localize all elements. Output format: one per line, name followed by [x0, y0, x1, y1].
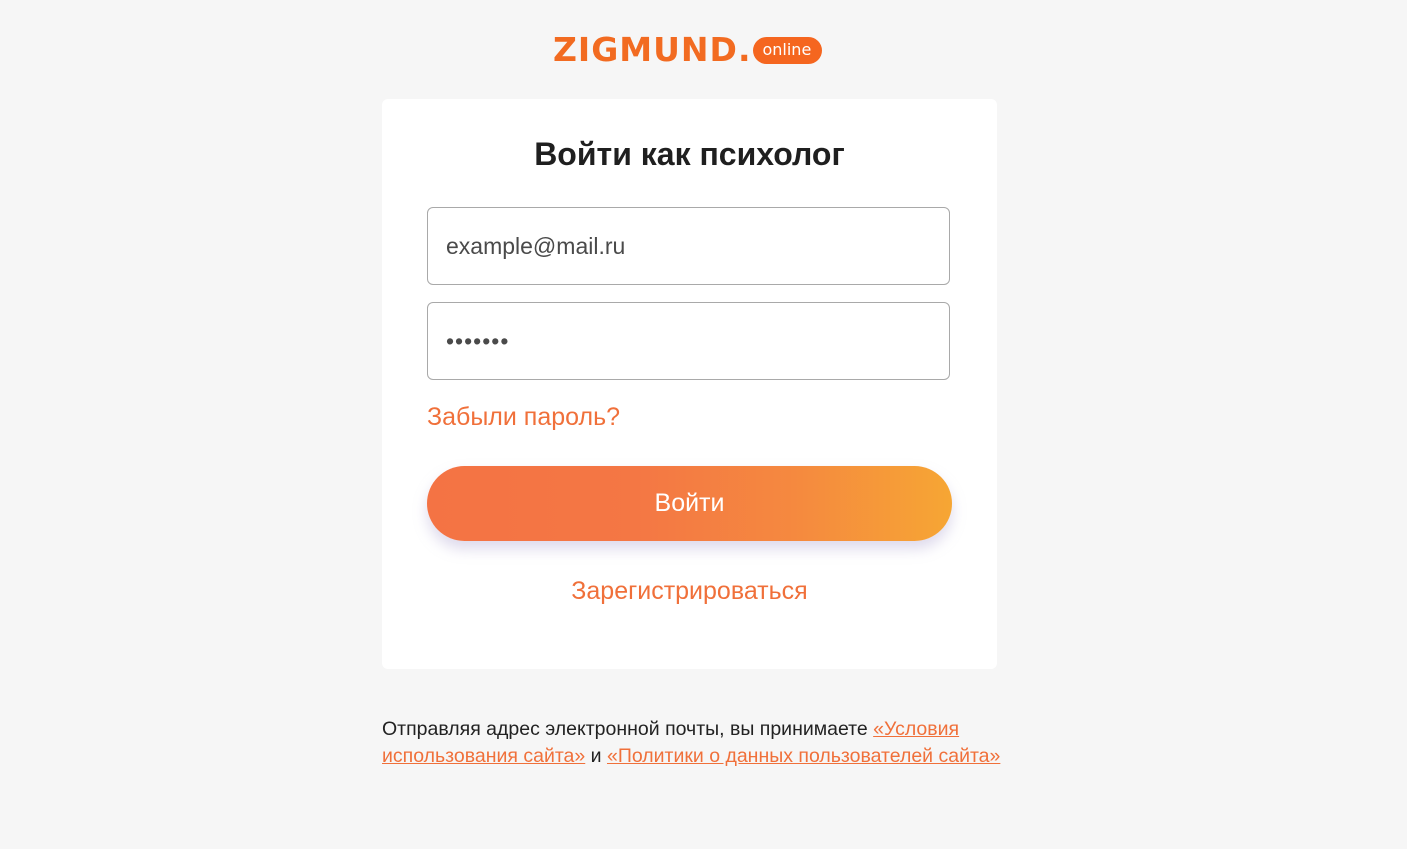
terms-conjunction: и [585, 745, 607, 767]
email-field[interactable] [427, 207, 950, 285]
register-link[interactable]: Зарегистрироваться [382, 576, 997, 606]
logo-online-badge: online [753, 37, 823, 64]
terms-prefix: Отправляя адрес электронной почты, вы пр… [382, 718, 874, 740]
page-title: Войти как психолог [534, 136, 845, 172]
logo-wordmark: ZIGMUND. [553, 30, 752, 69]
privacy-policy-link[interactable]: «Политики о данных пользователей сайта» [607, 745, 1000, 767]
zigmund-logo[interactable]: ZIGMUND. online [553, 30, 823, 69]
terms-notice: Отправляя адрес электронной почты, вы пр… [382, 716, 1007, 770]
password-field[interactable] [427, 302, 950, 380]
login-page: ZIGMUND. online Войти как психолог Забыл… [0, 0, 1407, 849]
login-button[interactable]: Войти [427, 466, 952, 541]
forgot-password-link[interactable]: Забыли пароль? [427, 402, 620, 432]
